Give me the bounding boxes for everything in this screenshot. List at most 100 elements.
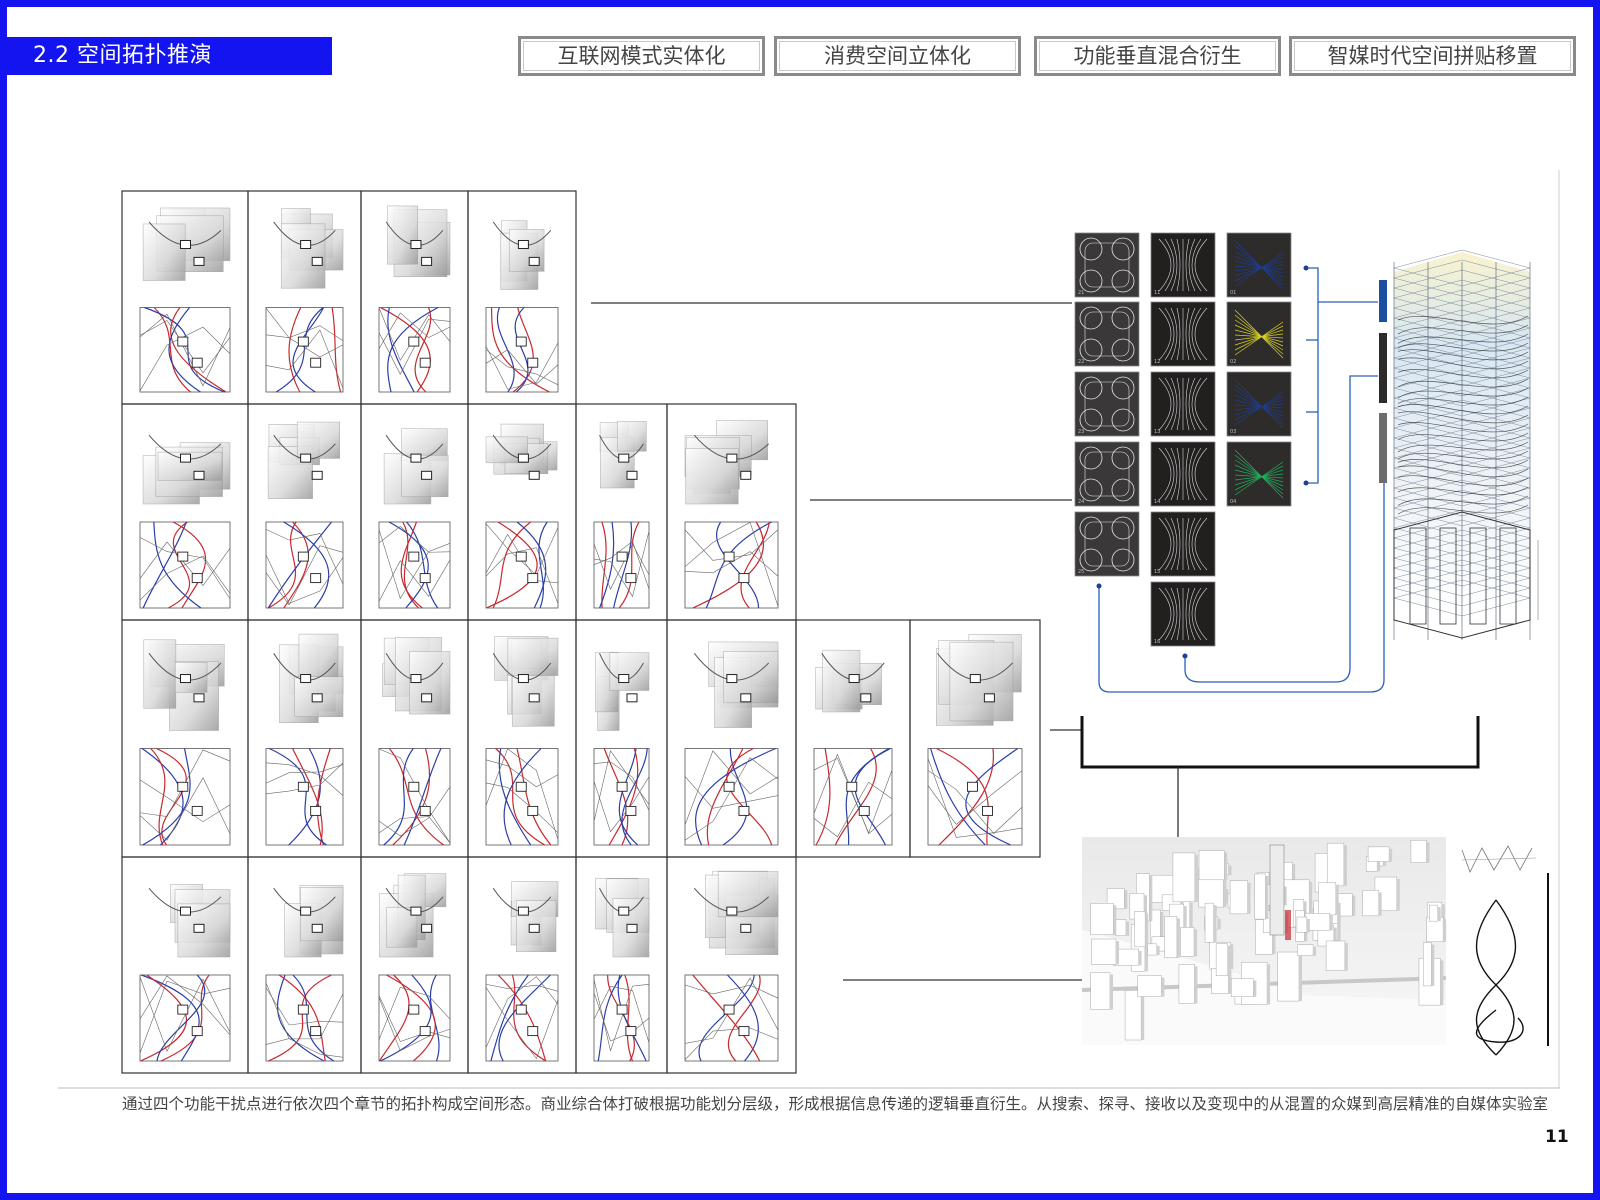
massing-render xyxy=(382,637,451,715)
pattern-tile: 13 xyxy=(1150,371,1216,437)
tile-label: 16 xyxy=(1154,639,1160,645)
path-plan-diagram xyxy=(378,521,451,609)
path-plan-diagram xyxy=(684,747,779,846)
path-plan-diagram xyxy=(139,306,231,393)
pattern-tiles: 21 22 23 24 25 11 12 13 14 15 16 01 02 03 04 xyxy=(1074,232,1292,647)
matrix-cell xyxy=(467,190,577,405)
tile-label: 21 xyxy=(1078,290,1084,296)
matrix-cell xyxy=(467,856,577,1074)
pattern-tile: 14 xyxy=(1150,441,1216,507)
matrix-cell xyxy=(467,403,577,621)
path-plan-diagram xyxy=(378,748,451,846)
path-plan-diagram xyxy=(265,307,344,393)
matrix-cell xyxy=(795,619,911,858)
massing-render xyxy=(815,649,885,713)
path-plan-diagram xyxy=(593,974,650,1062)
tile-label: 01 xyxy=(1230,290,1236,296)
matrix-cell xyxy=(360,403,469,621)
massing-render xyxy=(143,639,225,731)
path-plan-diagram xyxy=(139,974,231,1062)
tile-label: 25 xyxy=(1078,569,1084,575)
pattern-tile: 23 xyxy=(1074,371,1140,437)
matrix-cell xyxy=(909,619,1041,858)
massing-render xyxy=(693,870,779,955)
pattern-tile: 21 xyxy=(1074,232,1140,298)
matrix-cell xyxy=(575,619,668,858)
topology-figure: 21 22 23 24 25 11 12 13 14 15 16 01 02 03 04 xyxy=(58,170,1560,1089)
matrix-cell xyxy=(121,190,249,405)
matrix-cell xyxy=(666,403,797,621)
tile-label: 22 xyxy=(1078,359,1084,365)
path-plan-diagram xyxy=(593,748,650,846)
pattern-tile: 15 xyxy=(1150,511,1216,577)
pattern-tile: 22 xyxy=(1074,301,1140,367)
tile-label: 13 xyxy=(1154,429,1160,435)
helix-diagram xyxy=(1461,845,1549,1056)
matrix-cell xyxy=(467,619,577,858)
bracket xyxy=(1080,716,1480,769)
legend-bar-grey xyxy=(1379,413,1387,483)
matrix-cell xyxy=(360,856,469,1074)
massing-render xyxy=(599,421,647,489)
massing-render xyxy=(273,208,344,289)
tile-label: 12 xyxy=(1154,359,1160,365)
path-plan-diagram xyxy=(813,747,893,846)
path-plan-diagram xyxy=(265,521,344,609)
matrix-cell xyxy=(121,619,249,858)
matrix-cell xyxy=(247,856,362,1074)
tile-label: 15 xyxy=(1154,569,1160,575)
massing-render xyxy=(273,633,344,724)
path-plan-diagram xyxy=(485,974,559,1062)
pattern-tile: 04 xyxy=(1226,441,1292,507)
massing-render xyxy=(142,434,231,505)
tile-label: 04 xyxy=(1230,499,1236,505)
tile-label: 02 xyxy=(1230,359,1236,365)
matrix-cell xyxy=(575,856,668,1074)
path-plan-diagram xyxy=(593,521,650,609)
massing-render xyxy=(383,428,449,505)
legend-bar-dark xyxy=(1379,333,1387,403)
massing-render xyxy=(379,873,447,958)
matrix-cell xyxy=(575,403,668,621)
pattern-tile: 01 xyxy=(1226,232,1292,298)
path-plan-diagram xyxy=(139,521,231,609)
page-number: 11 xyxy=(1545,1127,1569,1147)
path-plan-diagram xyxy=(265,747,344,846)
matrix-cell xyxy=(121,403,249,621)
pattern-tile: 12 xyxy=(1150,301,1216,367)
pattern-tile: 11 xyxy=(1150,232,1216,298)
tile-label: 23 xyxy=(1078,429,1084,435)
path-plan-diagram xyxy=(485,521,559,609)
path-plan-diagram xyxy=(265,974,344,1062)
tile-label: 14 xyxy=(1154,499,1160,505)
tile-label: 03 xyxy=(1230,429,1236,435)
matrix-cell xyxy=(360,190,469,405)
massing-render xyxy=(492,220,552,290)
massing-render xyxy=(936,634,1022,726)
massing-render xyxy=(595,651,650,731)
massing-render xyxy=(273,884,344,958)
path-plan-diagram xyxy=(139,747,231,846)
massing-render xyxy=(693,641,779,728)
path-plan-diagram xyxy=(684,974,779,1062)
massing-render xyxy=(142,207,231,281)
matrix-row xyxy=(121,190,577,405)
pattern-tile: 03 xyxy=(1226,371,1292,437)
massing-render xyxy=(148,884,231,958)
pattern-tile: 16 xyxy=(1150,581,1216,647)
massing-render xyxy=(684,420,770,505)
massing-render xyxy=(492,881,559,953)
massing-render xyxy=(385,205,451,278)
matrix-cell xyxy=(666,856,797,1074)
massing-render xyxy=(267,421,340,499)
topology-matrix xyxy=(121,190,1041,1074)
massing-render xyxy=(595,877,650,958)
legend-bar-blue xyxy=(1379,280,1387,322)
tile-label: 11 xyxy=(1154,290,1160,296)
path-plan-diagram xyxy=(378,306,451,393)
pattern-tile: 02 xyxy=(1226,301,1292,367)
matrix-cell xyxy=(360,619,469,858)
matrix-cell xyxy=(121,856,249,1074)
pattern-tile: 25 xyxy=(1074,511,1140,577)
pattern-tile: 24 xyxy=(1074,441,1140,507)
